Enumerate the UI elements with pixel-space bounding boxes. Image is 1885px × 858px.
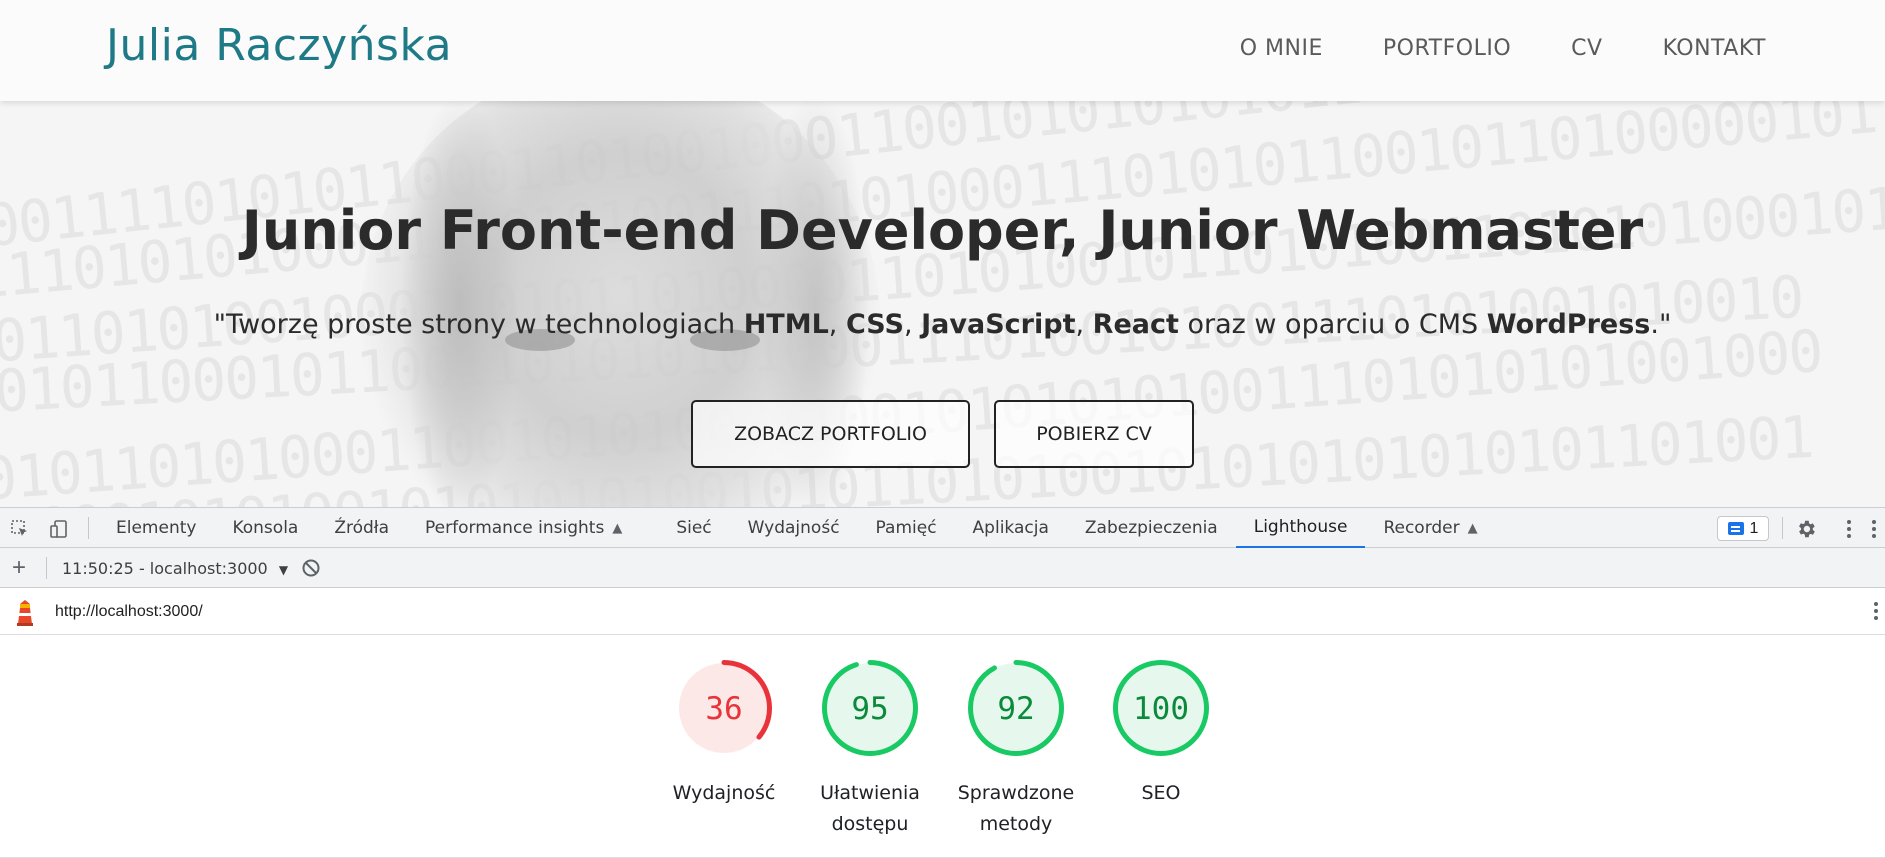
score-label-line: dostępu [831,813,909,835]
devtools-tab[interactable]: Sieć [658,508,729,548]
lighthouse-scores: 36 Wydajność 95 Ułatwienia dostępu 92 Sprawdzo… [0,635,1885,858]
devtools-tab-label: Konsola [232,518,299,538]
score-gauge[interactable]: 95 [821,659,919,757]
score-label-line: Wydajność [672,782,776,804]
website-viewport: Julia Raczyńska O MNIE PORTFOLIO CV KONT… [0,0,1885,507]
issues-count: 1 [1749,519,1759,537]
issues-icon [1727,522,1744,535]
devtools-tab[interactable]: Performance insights ▲ [407,508,658,548]
score-gauge-ring: 36 [676,660,772,756]
toolbar-divider [88,517,89,539]
report-url-bar: http://localhost:3000/ [0,588,1885,635]
devtools-tabbar: Elementy Konsola Źródła Performance insight… [0,507,1885,548]
devtools-tab[interactable]: Źródła [316,508,407,548]
flask-icon: ▲ [1467,520,1478,536]
hero-subtitle: "Tworzę proste strony w technologiach HT… [213,309,1672,340]
score-label-line: metody [979,813,1053,835]
devtools-tab[interactable]: Lighthouse [1235,508,1366,548]
hero-title: Junior Front-end Developer, Junior Webma… [241,199,1644,262]
devtools-tab[interactable]: Pamięć [858,508,955,548]
site-brand[interactable]: Julia Raczyńska [106,20,452,71]
report-url: http://localhost:3000/ [55,603,203,620]
devtools-tab-label: Performance insights [425,518,605,538]
score-gauge[interactable]: 36 [675,659,773,757]
hero-portrait-shade [400,101,520,507]
issues-badge[interactable]: 1 [1717,516,1769,541]
score-value: 36 [705,691,742,727]
flask-icon: ▲ [612,520,623,536]
devtools-tab[interactable]: Wydajność [730,508,858,548]
score-gauge[interactable]: 100 [1112,659,1210,757]
score-label: SEO [1086,778,1236,809]
nav-link-cv[interactable]: CV [1571,36,1602,61]
view-portfolio-button[interactable]: ZOBACZ PORTFOLIO [691,400,970,468]
devtools-tab-label: Pamięć [875,518,937,538]
devtools-tab-label: Aplikacja [972,518,1049,538]
gear-icon[interactable] [1795,518,1817,540]
nav-link-kontakt[interactable]: KONTAKT [1663,36,1766,61]
report-session-select[interactable]: 11:50:25 - localhost:3000 ▼ [62,559,288,578]
lighthouse-icon [17,600,33,626]
devtools-tab[interactable]: Zabezpieczenia [1067,508,1236,548]
nav-link-portfolio[interactable]: PORTFOLIO [1383,36,1511,61]
score-value: 100 [1133,691,1189,727]
score-label-line: Ułatwienia [820,782,920,804]
kebab-menu-icon[interactable] [1847,520,1852,538]
kebab-menu-icon[interactable] [1874,602,1879,620]
plus-icon[interactable]: + [8,554,30,581]
close-drawer-icon[interactable] [1872,520,1877,538]
device-toolbar-icon[interactable] [48,518,70,540]
report-session-label: 11:50:25 - localhost:3000 [62,559,268,578]
score-value: 92 [997,691,1034,727]
lighthouse-toolbar: + 11:50:25 - localhost:3000 ▼ [0,548,1885,588]
score-value: 95 [851,691,888,727]
score-label-line: Sprawdzone [957,782,1075,804]
score-gauge-ring: 100 [1113,660,1209,756]
score-label: Wydajność [649,778,799,809]
score-label-line: SEO [1141,782,1181,804]
toolbar-divider [46,557,47,579]
chevron-down-icon: ▼ [278,563,289,577]
hero-section: 0011110101011000110100100011001010101010… [0,101,1885,507]
devtools-tab-label: Lighthouse [1253,517,1348,537]
devtools-tab[interactable]: Aplikacja [955,508,1067,548]
devtools-tabs: Elementy Konsola Źródła Performance insight… [98,508,1496,549]
devtools-tab[interactable]: Elementy [98,508,214,548]
nav-link-o-mnie[interactable]: O MNIE [1240,36,1323,61]
devtools-tab[interactable]: Konsola [214,508,316,548]
devtools-panel: Elementy Konsola Źródła Performance insight… [0,507,1885,858]
score-gauge[interactable]: 92 [967,659,1065,757]
score-label: Ułatwienia dostępu [795,778,945,840]
devtools-tab-label: Źródła [334,518,390,538]
devtools-tab-label: Wydajność [747,518,840,538]
inspect-element-icon[interactable] [9,518,31,540]
devtools-tab-label: Zabezpieczenia [1084,518,1218,538]
devtools-tab[interactable]: Recorder ▲ [1365,508,1495,548]
devtools-tab-label: Recorder [1383,518,1460,538]
site-nav: O MNIE PORTFOLIO CV KONTAKT [1240,36,1766,61]
block-icon[interactable] [300,557,322,579]
site-header: Julia Raczyńska O MNIE PORTFOLIO CV KONT… [0,0,1885,101]
score-gauge-ring: 95 [822,660,918,756]
devtools-tab-label: Sieć [676,518,712,538]
score-label: Sprawdzone metody [941,778,1091,840]
score-gauge-ring: 92 [968,660,1064,756]
toolbar-divider [1782,517,1783,539]
download-cv-button[interactable]: POBIERZ CV [994,400,1194,468]
devtools-tab-label: Elementy [116,518,197,538]
